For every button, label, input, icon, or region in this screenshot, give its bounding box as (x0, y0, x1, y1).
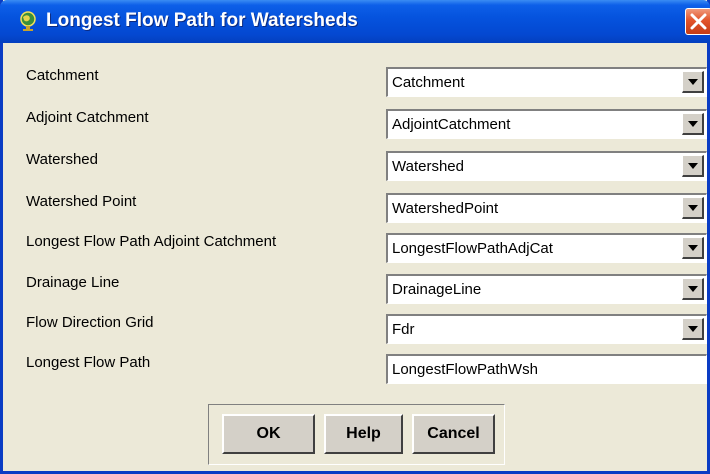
close-icon (690, 13, 707, 30)
watershed-point-value: WatershedPoint (392, 200, 499, 217)
close-button[interactable] (685, 8, 710, 35)
dropdown-button[interactable] (682, 237, 704, 259)
dropdown-button[interactable] (682, 318, 704, 340)
longest-flow-path-label: Longest Flow Path (26, 354, 151, 371)
chevron-down-icon (688, 205, 698, 211)
drainage-line-label: Drainage Line (26, 274, 120, 291)
flow-direction-grid-value: Fdr (392, 321, 415, 338)
watershed-point-label: Watershed Point (26, 193, 137, 210)
globe-icon (20, 11, 36, 31)
window-title: Longest Flow Path for Watersheds (46, 10, 358, 31)
dropdown-button[interactable] (682, 155, 704, 177)
chevron-down-icon (688, 245, 698, 251)
chevron-down-icon (688, 326, 698, 332)
drainage-line-value: DrainageLine (392, 281, 482, 298)
title-bar[interactable]: Longest Flow Path for Watersheds (0, 0, 710, 43)
dropdown-button[interactable] (682, 71, 704, 93)
watershed-point-select[interactable]: WatershedPoint (386, 193, 707, 223)
dialog-window: Longest Flow Path for Watersheds Catchme… (0, 0, 710, 474)
longest-flow-path-adjcat-value: LongestFlowPathAdjCat (392, 240, 553, 257)
adjoint-catchment-select[interactable]: AdjointCatchment (386, 109, 707, 139)
longest-flow-path-adjcat-label: Longest Flow Path Adjoint Catchment (26, 233, 277, 250)
help-button[interactable]: Help (324, 414, 403, 454)
catchment-select[interactable]: Catchment (386, 67, 707, 97)
dropdown-button[interactable] (682, 197, 704, 219)
cancel-button[interactable]: Cancel (412, 414, 495, 454)
dropdown-button[interactable] (682, 113, 704, 135)
chevron-down-icon (688, 286, 698, 292)
watershed-value: Watershed (392, 158, 464, 175)
flow-direction-grid-label: Flow Direction Grid (26, 314, 154, 331)
adjoint-catchment-value: AdjointCatchment (392, 116, 511, 133)
drainage-line-select[interactable]: DrainageLine (386, 274, 707, 304)
button-group: OK Help Cancel (208, 404, 505, 465)
adjoint-catchment-label: Adjoint Catchment (26, 109, 149, 126)
longest-flow-path-value: LongestFlowPathWsh (392, 361, 538, 378)
longest-flow-path-adjcat-select[interactable]: LongestFlowPathAdjCat (386, 233, 707, 263)
chevron-down-icon (688, 121, 698, 127)
ok-button[interactable]: OK (222, 414, 315, 454)
dropdown-button[interactable] (682, 278, 704, 300)
chevron-down-icon (688, 79, 698, 85)
longest-flow-path-input[interactable]: LongestFlowPathWsh (386, 354, 707, 384)
catchment-label: Catchment (26, 67, 99, 84)
chevron-down-icon (688, 163, 698, 169)
catchment-value: Catchment (392, 74, 465, 91)
watershed-select[interactable]: Watershed (386, 151, 707, 181)
flow-direction-grid-select[interactable]: Fdr (386, 314, 707, 344)
watershed-label: Watershed (26, 151, 98, 168)
